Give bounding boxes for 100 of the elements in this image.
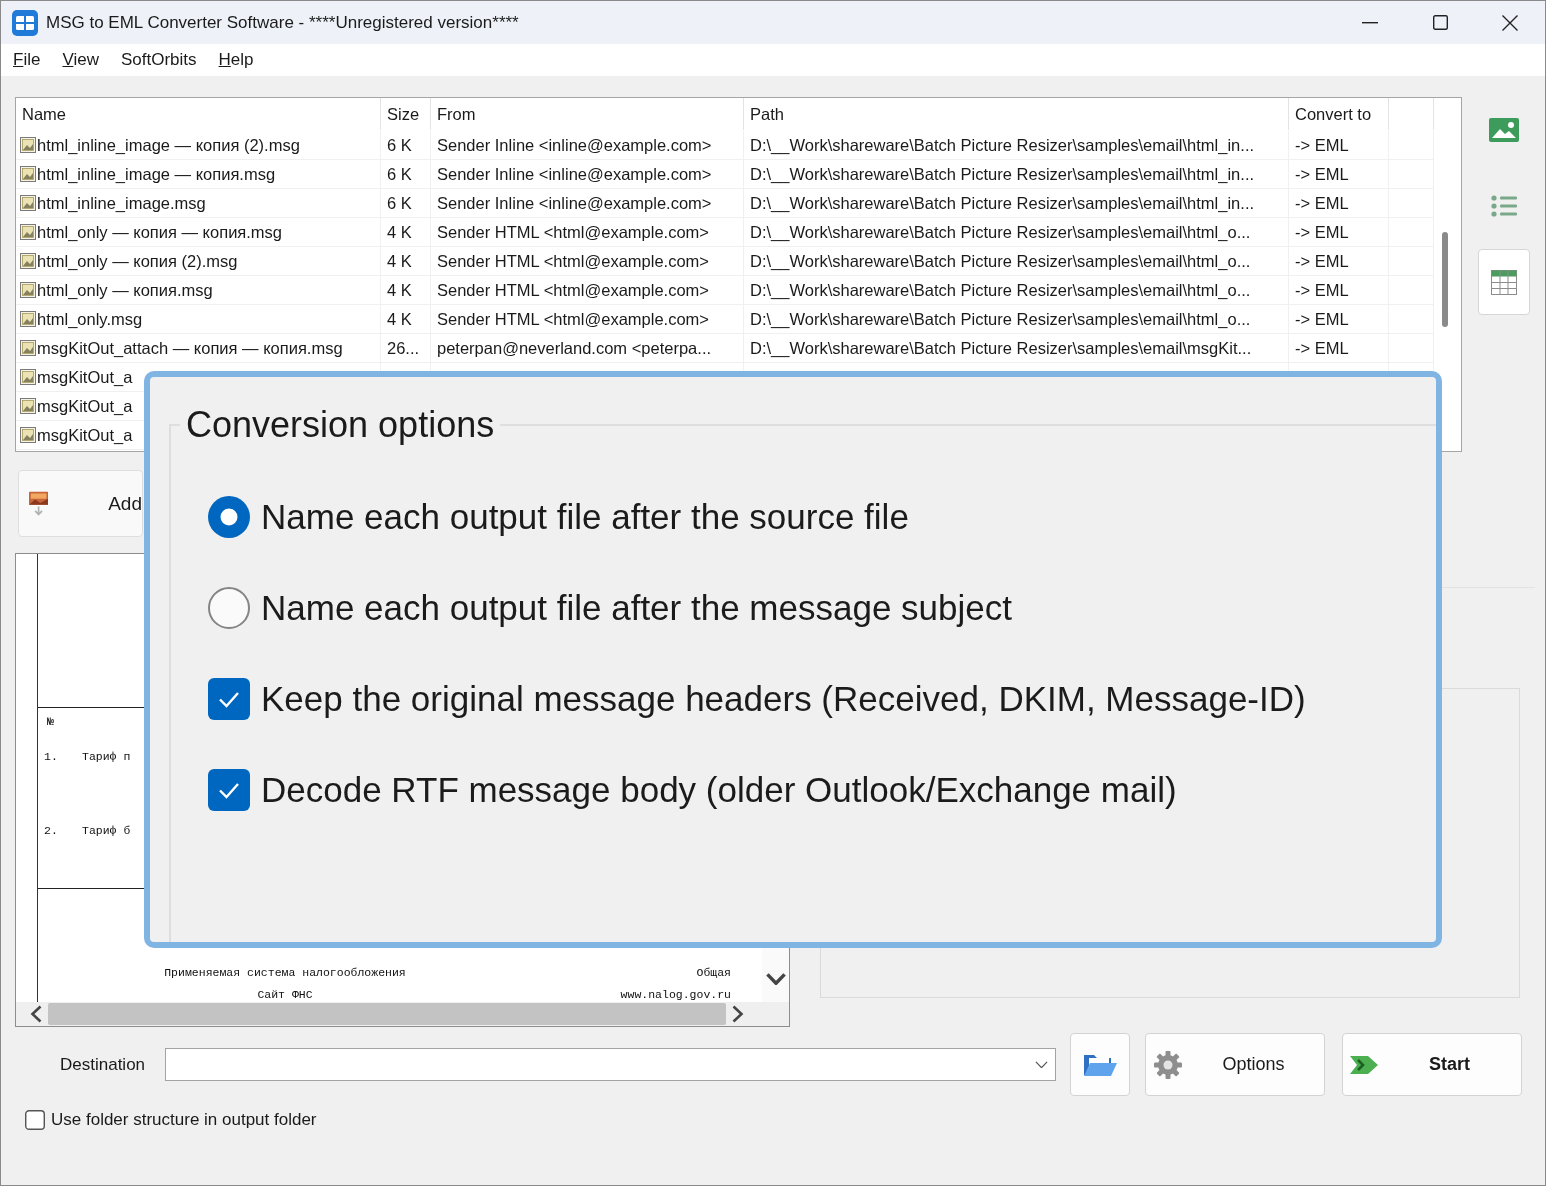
scrollbar-thumb[interactable]	[1442, 232, 1448, 327]
file-name: html_inline_image — копия.msg	[37, 164, 276, 184]
chevron-right-icon	[732, 1005, 744, 1023]
table-cell: -> EML	[1295, 251, 1349, 271]
table-cell: -> EML	[1295, 193, 1349, 213]
table-cell: 4 K	[387, 251, 412, 271]
file-name: msgKitOut_a	[37, 396, 133, 416]
picture-arrow-icon	[29, 490, 49, 517]
document-text: Сайт ФНС	[257, 988, 313, 1002]
image-file-icon	[20, 340, 36, 356]
checkbox-label[interactable]: Use folder structure in output folder	[51, 1110, 317, 1130]
image-file-icon	[20, 137, 36, 153]
table-cell: -> EML	[1295, 309, 1349, 329]
file-name: html_inline_image — копия (2).msg	[37, 135, 300, 155]
file-name: msgKitOut_attach — копия — копия.msg	[37, 338, 343, 358]
image-file-icon	[20, 253, 36, 269]
chevron-down-icon	[1035, 1060, 1048, 1069]
document-text: Тариф б	[82, 824, 131, 838]
chevron-down-icon	[765, 973, 786, 985]
destination-field[interactable]	[165, 1048, 1056, 1081]
column-header[interactable]: Size	[387, 104, 420, 124]
radio-button[interactable]	[208, 586, 250, 629]
image-file-icon	[20, 195, 36, 211]
start-button[interactable]: Start	[1342, 1033, 1522, 1096]
file-name: msgKitOut_a	[37, 367, 133, 387]
image-file-icon	[20, 369, 36, 385]
table-cell: -> EML	[1295, 135, 1349, 155]
options-button[interactable]: Options	[1145, 1033, 1325, 1096]
table-cell: Sender Inline <inline@example.com>	[437, 135, 712, 155]
table-cell: D:\__Work\shareware\Batch Picture Resizer\samples\email\html_o...	[750, 222, 1251, 242]
column-header[interactable]: Path	[750, 104, 784, 124]
table-cell: -> EML	[1295, 222, 1349, 242]
table-cell: D:\__Work\shareware\Batch Picture Resizer\samples\email\html_in...	[750, 193, 1255, 213]
checkbox-label[interactable]: Decode RTF message body (older Outlook/Exchange mail)	[261, 769, 1177, 810]
table-cell: D:\__Work\shareware\Batch Picture Resizer\samples\email\html_o...	[750, 309, 1251, 329]
document-text: Тариф п	[82, 750, 131, 764]
checkbox-label[interactable]: Keep the original message headers (Received, DKIM, Message-ID)	[261, 678, 1306, 719]
menu-item[interactable]: File	[2, 48, 52, 72]
column-header[interactable]: From	[437, 104, 476, 124]
table-cell: D:\__Work\shareware\Batch Picture Resizer\samples\email\html_o...	[750, 280, 1251, 300]
table-cell: 6 K	[387, 193, 412, 213]
table-cell: D:\__Work\shareware\Batch Picture Resizer\samples\email\msgKit...	[750, 338, 1252, 358]
column-header[interactable]: Convert to	[1295, 104, 1372, 124]
chevron-left-icon	[30, 1005, 42, 1023]
table-cell: 4 K	[387, 309, 412, 329]
maximize-icon	[1432, 15, 1448, 30]
file-name: html_only.msg	[37, 309, 143, 329]
minimize-icon	[1362, 21, 1378, 24]
document-text: Общая	[696, 966, 731, 980]
image-icon	[1488, 118, 1519, 142]
folder-icon	[1083, 1052, 1117, 1077]
document-text: 1.	[44, 750, 59, 764]
menu-item[interactable]: View	[51, 48, 110, 72]
radio-label[interactable]: Name each output file after the source file	[261, 496, 909, 537]
document-text: Применяемая система налогообложения	[164, 966, 406, 980]
browse-button[interactable]	[1070, 1033, 1130, 1096]
radio-button[interactable]	[208, 495, 250, 538]
window-title: MSG to EML Converter Software - ****Unregistered version****	[46, 12, 519, 33]
checkbox[interactable]	[208, 677, 250, 720]
gear-icon	[1153, 1049, 1183, 1080]
menu-item[interactable]: SoftOrbits	[109, 48, 208, 72]
file-name: html_only — копия (2).msg	[37, 251, 238, 271]
destination-label: Destination	[60, 1054, 147, 1075]
view-button[interactable]	[1477, 249, 1530, 315]
table-cell: Sender HTML <html@example.com>	[437, 309, 709, 329]
document-text: 2.	[44, 824, 59, 838]
checkbox[interactable]	[25, 1110, 45, 1130]
table-cell: D:\__Work\shareware\Batch Picture Resizer\samples\email\html_o...	[750, 251, 1251, 271]
table-cell: D:\__Work\shareware\Batch Picture Resizer\samples\email\html_in...	[750, 164, 1255, 184]
file-name: msgKitOut_a	[37, 425, 133, 445]
app-logo-icon	[12, 9, 38, 36]
document-text: www.nalog.gov.ru	[620, 988, 731, 1002]
file-name: html_inline_image.msg	[37, 193, 206, 213]
menu-item[interactable]: Help	[207, 48, 265, 72]
table-cell: Sender Inline <inline@example.com>	[437, 164, 712, 184]
checkbox[interactable]	[208, 768, 250, 811]
radio-label[interactable]: Name each output file after the message subject	[261, 587, 1012, 628]
document-text: №	[47, 715, 54, 729]
list-icon	[1490, 195, 1517, 217]
file-name: html_only — копия — копия.msg	[37, 222, 283, 242]
image-file-icon	[20, 282, 36, 298]
column-header[interactable]: Name	[22, 104, 66, 124]
table-cell: Sender HTML <html@example.com>	[437, 222, 709, 242]
image-file-icon	[20, 224, 36, 240]
table-cell: 4 K	[387, 280, 412, 300]
table-cell: 4 K	[387, 222, 412, 242]
close-icon	[1502, 14, 1518, 31]
table-cell: 26...	[387, 338, 420, 358]
image-file-icon	[20, 311, 36, 327]
add-button[interactable]: Add	[18, 470, 143, 537]
arrow-right-icon	[1350, 1053, 1378, 1076]
table-cell: -> EML	[1295, 280, 1349, 300]
scrollbar-thumb[interactable]	[48, 1003, 726, 1025]
table-cell: D:\__Work\shareware\Batch Picture Resizer\samples\email\html_in...	[750, 135, 1255, 155]
table-cell: Sender HTML <html@example.com>	[437, 280, 709, 300]
table-cell: 6 K	[387, 135, 412, 155]
table-cell: -> EML	[1295, 164, 1349, 184]
image-file-icon	[20, 398, 36, 414]
group-title: Conversion options	[185, 403, 496, 447]
table-icon	[1490, 269, 1517, 295]
